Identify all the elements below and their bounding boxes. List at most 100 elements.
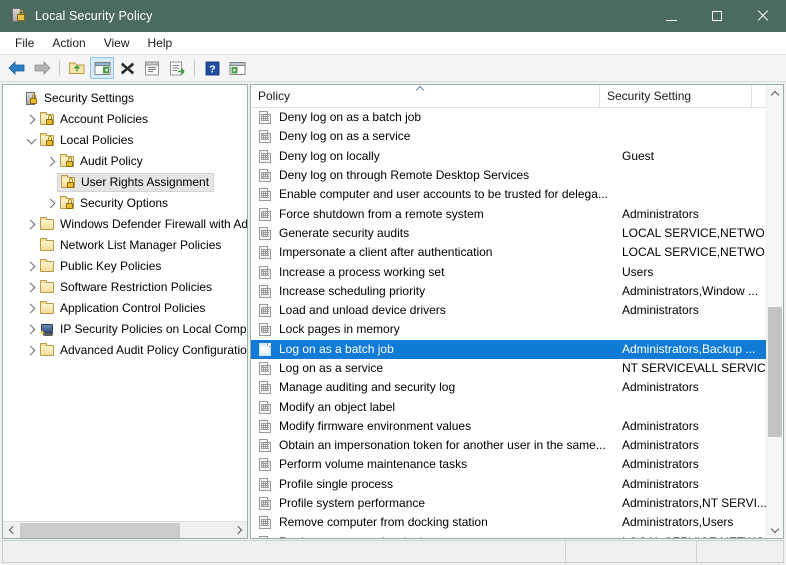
tree-item-windows-defender-firewall[interactable]: Windows Defender Firewall with Adva — [3, 214, 247, 235]
security-policy-icon — [10, 8, 26, 24]
table-row[interactable]: Deny log on through Remote Desktop Servi… — [251, 166, 783, 185]
tree-item-security-settings[interactable]: Security Settings — [3, 88, 247, 109]
cell-security-setting: Administrators — [622, 206, 699, 221]
tree-twisty-collapsed[interactable] — [23, 319, 39, 340]
table-row[interactable]: Impersonate a client after authenticatio… — [251, 243, 783, 262]
policy-icon — [258, 438, 274, 453]
tree-item-public-key-policies[interactable]: Public Key Policies — [3, 256, 247, 277]
table-row[interactable]: Perform volume maintenance tasks Adminis… — [251, 455, 783, 474]
table-row[interactable]: Obtain an impersonation token for anothe… — [251, 436, 783, 455]
tree-item-account-policies[interactable]: Account Policies — [3, 109, 247, 130]
security-settings-icon — [23, 91, 40, 107]
table-row[interactable]: Lock pages in memory — [251, 320, 783, 339]
list-vscroll-track[interactable] — [767, 102, 783, 521]
tree-twisty-collapsed[interactable] — [43, 151, 59, 172]
cell-policy: Log on as a batch job — [279, 341, 394, 356]
tree-item-local-policies[interactable]: Local Policies — [3, 130, 247, 151]
tree-item-security-options[interactable]: Security Options — [3, 193, 247, 214]
folder-icon — [39, 300, 56, 317]
list-vertical-scrollbar[interactable] — [766, 85, 783, 538]
show-contents-button[interactable] — [225, 57, 249, 79]
properties-button[interactable] — [140, 57, 164, 79]
table-row[interactable]: Increase a process working set Users — [251, 262, 783, 281]
policy-icon — [258, 265, 274, 280]
scroll-left-button[interactable] — [3, 521, 20, 538]
policy-icon — [258, 187, 274, 202]
table-row[interactable]: Modify an object label — [251, 397, 783, 416]
table-row[interactable]: Deny log on as a batch job — [251, 108, 783, 127]
minimize-button[interactable] — [648, 0, 694, 32]
table-row[interactable]: Load and unload device drivers Administr… — [251, 301, 783, 320]
tree-item-user-rights-assignment[interactable]: User Rights Assignment — [3, 172, 247, 193]
tree-twisty-expanded[interactable] — [23, 130, 39, 151]
tree-item-advanced-audit-policy-configuration[interactable]: Advanced Audit Policy Configuration — [3, 340, 247, 361]
cell-security-setting: Administrators,NT SERVI... — [622, 496, 767, 511]
table-row[interactable]: Modify firmware environment values Admin… — [251, 417, 783, 436]
tree-twisty-collapsed[interactable] — [23, 214, 39, 235]
cell-policy: Modify firmware environment values — [279, 418, 472, 433]
toolbar: ? — [0, 55, 786, 82]
tree-item-software-restriction-policies[interactable]: Software Restriction Policies — [3, 277, 247, 298]
table-row[interactable]: Profile single process Administrators — [251, 475, 783, 494]
cell-policy: Log on as a service — [279, 361, 384, 375]
table-row[interactable]: Increase scheduling priority Administrat… — [251, 282, 783, 301]
back-button[interactable] — [5, 57, 29, 79]
tree-item-application-control-policies[interactable]: Application Control Policies — [3, 298, 247, 319]
show-hide-console-tree-button[interactable] — [90, 57, 114, 79]
tree-item-audit-policy[interactable]: Audit Policy — [3, 151, 247, 172]
cell-security-setting: Administrators,Window ... — [622, 283, 759, 298]
scroll-up-button[interactable] — [767, 85, 783, 102]
menu-view[interactable]: View — [95, 34, 139, 53]
table-row[interactable]: Profile system performance Administrator… — [251, 494, 783, 513]
table-row[interactable]: Deny log on locally Guest — [251, 147, 783, 166]
tree-twisty-collapsed[interactable] — [43, 193, 59, 214]
tree-twisty-collapsed[interactable] — [23, 298, 39, 319]
menu-help[interactable]: Help — [139, 34, 182, 53]
tree-twisty-collapsed[interactable] — [23, 109, 39, 130]
chevron-down-icon — [770, 524, 780, 533]
tree-item-network-list-manager-policies[interactable]: Network List Manager Policies — [3, 235, 247, 256]
help-button[interactable]: ? — [200, 57, 224, 79]
table-row[interactable]: Log on as a service NT SERVICE\ALL SERVI… — [251, 359, 783, 378]
tree-twisty-collapsed[interactable] — [23, 277, 39, 298]
scroll-down-button[interactable] — [767, 521, 783, 538]
table-row[interactable]: Enable computer and user accounts to be … — [251, 185, 783, 204]
table-row[interactable]: Manage auditing and security log Adminis… — [251, 378, 783, 397]
column-header-policy[interactable]: Policy — [251, 85, 600, 107]
maximize-button[interactable] — [694, 0, 740, 32]
folder-lock-icon — [39, 111, 56, 128]
up-one-level-button[interactable] — [65, 57, 89, 79]
cell-policy: Perform volume maintenance tasks — [279, 457, 468, 472]
tree-twisty-none — [7, 88, 23, 109]
tree-horizontal-scrollbar[interactable] — [3, 521, 247, 538]
tree-hscroll-thumb[interactable] — [20, 522, 180, 538]
table-row[interactable]: Force shutdown from a remote system Admi… — [251, 204, 783, 223]
table-row[interactable]: Generate security audits LOCAL SERVICE,N… — [251, 224, 783, 243]
tree-twisty-collapsed[interactable] — [23, 256, 39, 277]
cell-security-setting: Administrators — [622, 380, 699, 395]
table-row-selected[interactable]: Log on as a batch job Administrators,Bac… — [251, 339, 783, 359]
menu-file[interactable]: File — [6, 34, 43, 53]
export-list-button[interactable] — [165, 57, 189, 79]
list-vscroll-thumb[interactable] — [768, 307, 782, 437]
status-segment-3 — [697, 541, 783, 562]
tree-item-label: Security Settings — [44, 91, 135, 105]
delete-button[interactable] — [115, 57, 139, 79]
computer-policy-icon — [39, 322, 56, 338]
column-header-security-setting[interactable]: Security Setting — [600, 85, 752, 107]
tree-item-label: Local Policies — [60, 133, 134, 147]
tree-twisty-collapsed[interactable] — [23, 340, 39, 361]
table-row[interactable]: Remove computer from docking station Adm… — [251, 513, 783, 532]
policy-icon — [258, 284, 274, 299]
export-list-icon — [169, 61, 185, 75]
tree-item-ip-security-policies[interactable]: IP Security Policies on Local Compute — [3, 319, 247, 340]
close-button[interactable] — [740, 0, 786, 32]
menu-action[interactable]: Action — [43, 34, 94, 53]
scroll-right-button[interactable] — [230, 521, 247, 538]
policy-icon — [258, 110, 274, 125]
cell-policy: Impersonate a client after authenticatio… — [279, 245, 493, 260]
table-row[interactable]: Deny log on as a service — [251, 127, 783, 146]
tree-hscroll-track[interactable] — [20, 521, 230, 538]
forward-button[interactable] — [30, 57, 54, 79]
table-row[interactable]: Replace a process level token LOCAL SERV… — [251, 533, 783, 538]
